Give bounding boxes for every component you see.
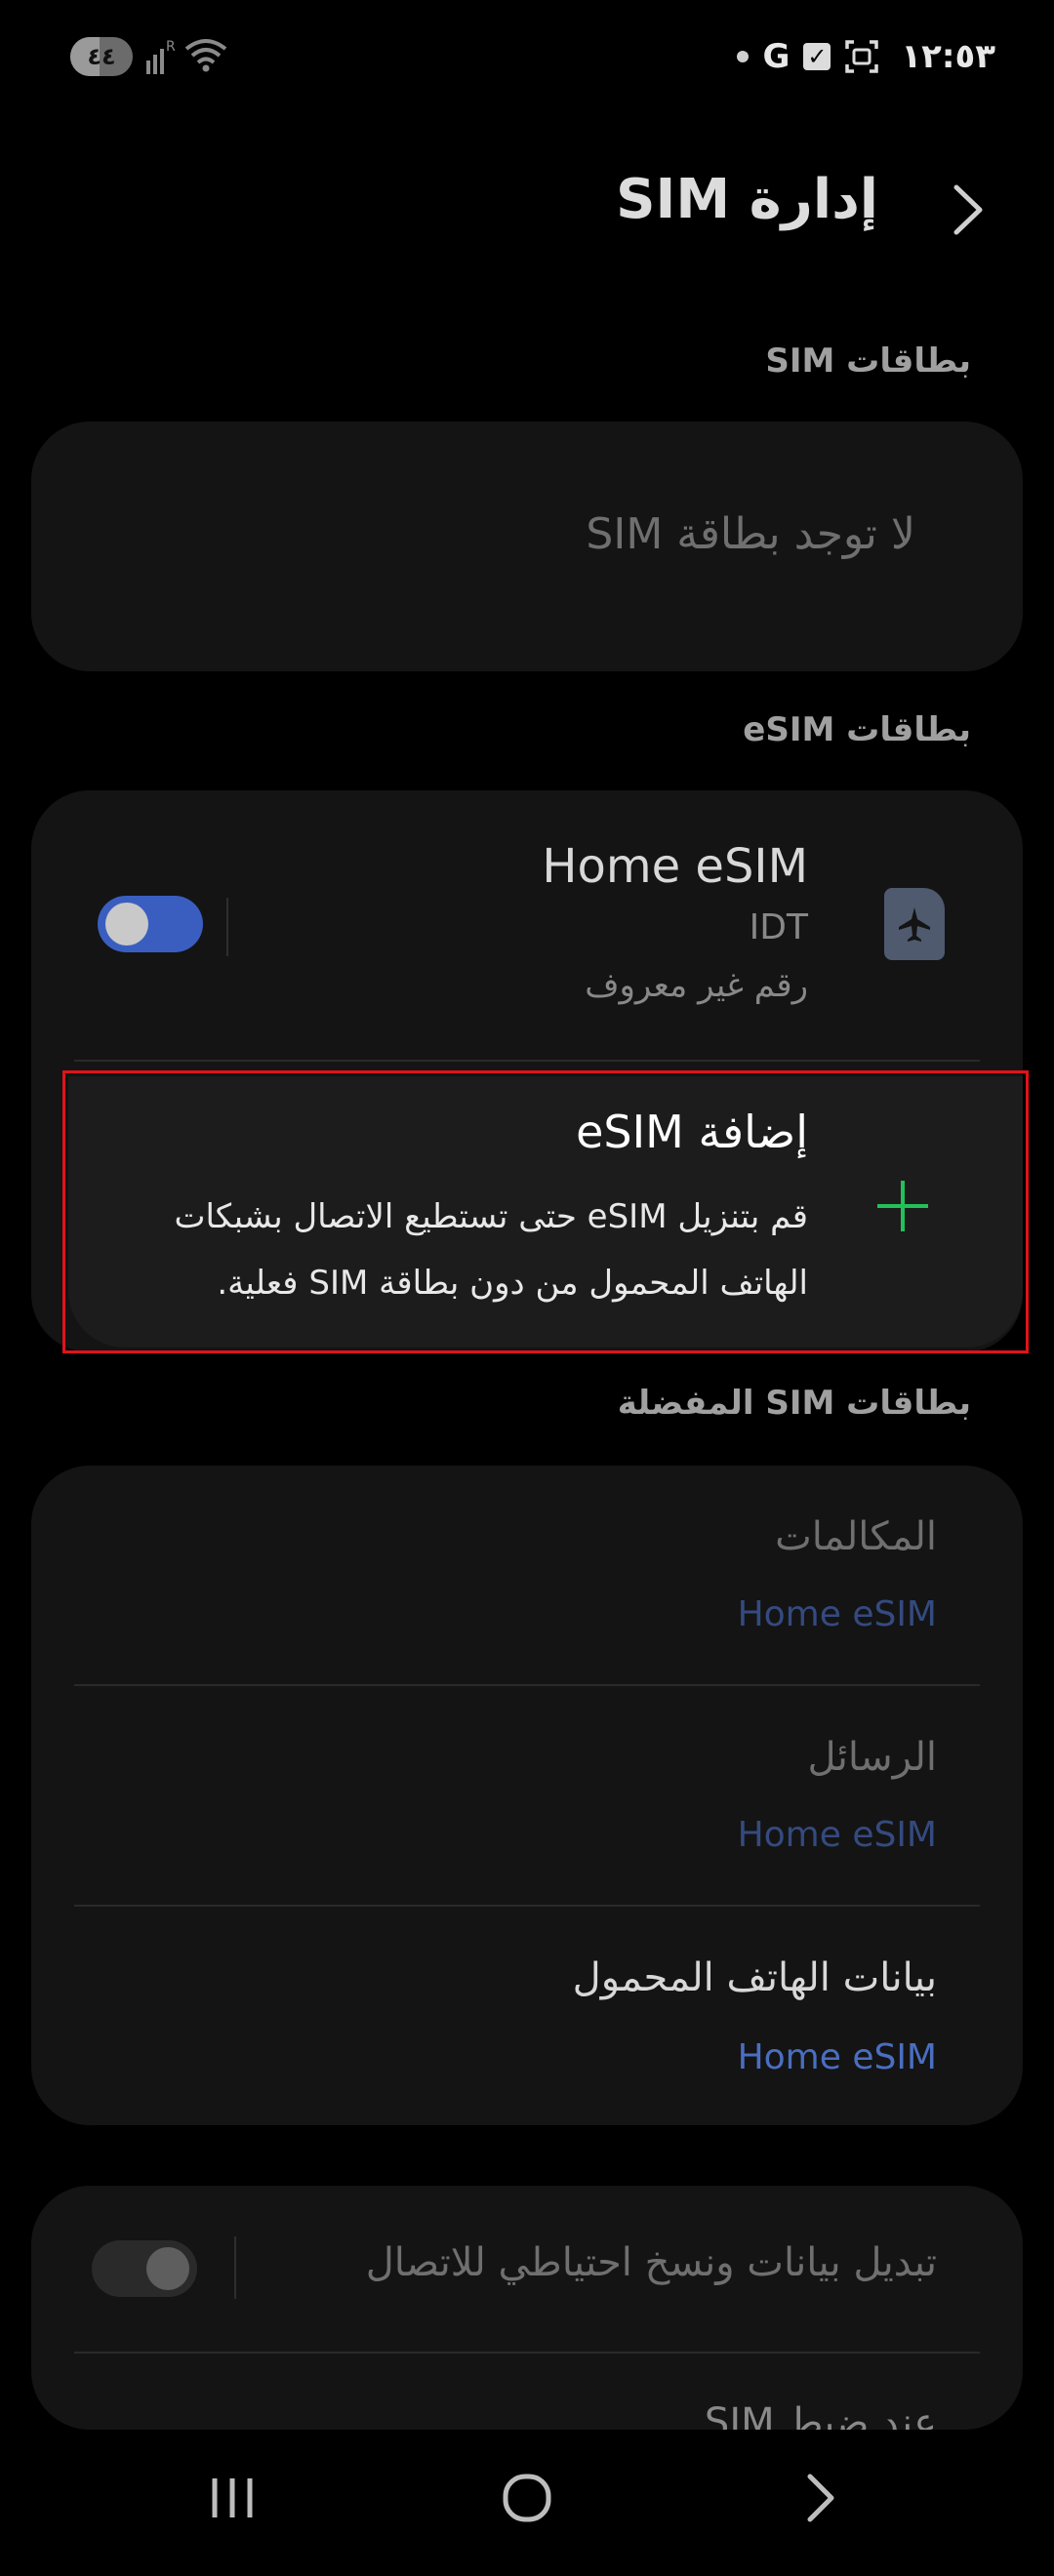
wifi-icon (184, 39, 227, 72)
no-sim-text: لا توجد بطاقة SIM (586, 509, 915, 559)
battery-level: ٤٤ (87, 43, 116, 70)
backup-label: تبديل بيانات ونسخ احتياطي للاتصال (365, 2240, 937, 2285)
esim-name: Home eSIM (542, 839, 808, 894)
checkbox-icon: ✓ (803, 43, 831, 70)
messages-title: الرسائل (807, 1735, 938, 1780)
status-right-group: G ✓ ١٢:٥٣ (737, 29, 995, 84)
mobile-data-value: Home eSIM (737, 2037, 937, 2077)
airplane-sim-icon (884, 888, 945, 960)
partial-row-label: عند ضبط SIM (704, 2400, 937, 2430)
plus-icon (877, 1181, 928, 1231)
esim-row[interactable]: Home eSIM IDT رقم غير معروف (31, 790, 1023, 1054)
calls-title: المكالمات (775, 1514, 937, 1559)
row-divider (74, 1060, 980, 1062)
preferred-data-row[interactable]: بيانات الهاتف المحمول Home eSIM (31, 1907, 1023, 2123)
add-esim-row[interactable]: إضافة eSIM قم بتنزيل eSIM حتى تستطيع الا… (62, 1070, 1029, 1353)
svg-text:R: R (166, 39, 176, 55)
messages-value: Home eSIM (737, 1815, 937, 1855)
backup-card-panel: تبديل بيانات ونسخ احتياطي للاتصال عند ضب… (31, 2186, 1023, 2430)
battery-icon: ٤٤ (70, 37, 133, 76)
page-header: إدارة SIM (0, 156, 1054, 254)
home-icon[interactable] (478, 2449, 576, 2547)
add-esim-title: إضافة eSIM (576, 1106, 808, 1158)
recents-icon[interactable] (183, 2449, 281, 2547)
sim-section-label: بطاقات SIM (765, 342, 971, 381)
backup-toggle[interactable] (92, 2240, 197, 2297)
vertical-divider (234, 2236, 236, 2299)
esim-carrier: IDT (749, 907, 808, 947)
status-bar: ٤٤ R G ✓ ١٢:٥٣ (0, 0, 1054, 112)
signal-icon: R (146, 39, 176, 74)
page-title: إدارة SIM (616, 168, 878, 231)
esim-number: رقم غير معروف (585, 966, 808, 1005)
preferred-card-panel: المكالمات Home eSIM الرسائل Home eSIM بي… (31, 1466, 1023, 2125)
mobile-data-title: بيانات الهاتف المحمول (572, 1955, 937, 2000)
preferred-calls-row[interactable]: المكالمات Home eSIM (31, 1466, 1023, 1682)
dot-icon (737, 51, 750, 62)
add-esim-description: قم بتنزيل eSIM حتى تستطيع الاتصال بشبكات… (174, 1197, 808, 1303)
navigation-bar (0, 2430, 1054, 2576)
chevron-right-icon[interactable] (935, 176, 1003, 244)
back-icon[interactable] (773, 2449, 871, 2547)
esim-section-label: بطاقات eSIM (743, 710, 971, 749)
status-time: ١٢:٥٣ (901, 37, 995, 76)
vertical-divider (226, 898, 228, 956)
calls-value: Home eSIM (737, 1594, 937, 1634)
sim-card-panel: لا توجد بطاقة SIM (31, 422, 1023, 671)
row-divider (74, 2352, 980, 2354)
esim-toggle[interactable] (98, 896, 203, 952)
preferred-messages-row[interactable]: الرسائل Home eSIM (31, 1686, 1023, 1903)
sim-manager-screen: ٤٤ R G ✓ ١٢:٥٣ إدارة SIM بطاقات SIM لا ت… (0, 0, 1054, 2576)
screenshot-icon (845, 40, 879, 73)
backup-row[interactable]: تبديل بيانات ونسخ احتياطي للاتصال (31, 2186, 1023, 2352)
preferred-section-label: بطاقات SIM المفضلة (617, 1384, 971, 1423)
google-icon: G (762, 37, 790, 76)
